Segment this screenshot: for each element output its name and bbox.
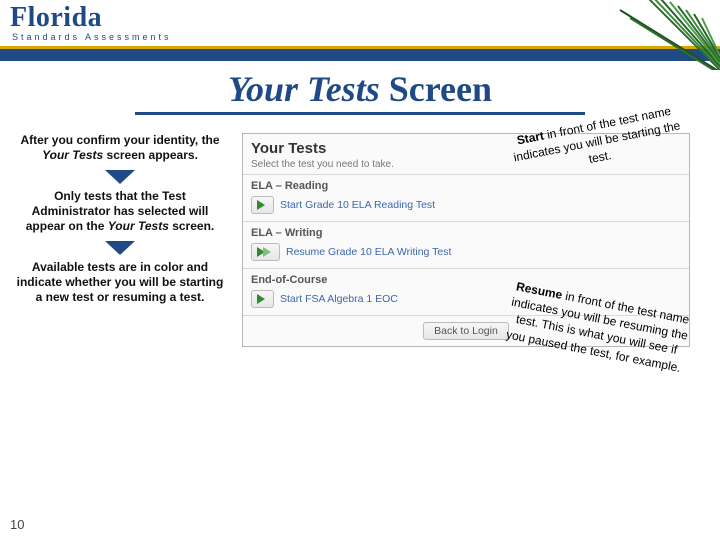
page-number: 10 <box>10 517 24 532</box>
start-button[interactable] <box>251 196 274 214</box>
down-arrow-icon <box>105 241 135 255</box>
test-link[interactable]: Start Grade 10 ELA Reading Test <box>280 199 435 211</box>
title-underline <box>135 112 585 115</box>
title-italic: Your Tests <box>228 69 380 109</box>
left-notes-column: After you confirm your identity, the You… <box>10 133 230 347</box>
screenshot-panel: Your Tests Select the test you need to t… <box>242 133 690 347</box>
note-1-pre: After you confirm your identity, the <box>20 133 219 147</box>
test-link[interactable]: Start FSA Algebra 1 EOC <box>280 293 398 305</box>
title-rest: Screen <box>380 69 492 109</box>
note-2-post: screen. <box>169 219 214 233</box>
section-header: ELA – Reading <box>251 180 681 192</box>
back-to-login-button[interactable]: Back to Login <box>423 322 509 340</box>
note-1-post: screen appears. <box>103 148 198 162</box>
brand-line1: Florida <box>10 2 172 34</box>
play-icon <box>257 200 265 210</box>
down-arrow-icon <box>105 170 135 184</box>
resume-button[interactable] <box>251 243 280 261</box>
note-1-ital: Your Tests <box>42 148 103 162</box>
start-button[interactable] <box>251 290 274 308</box>
section-ela-reading: ELA – Reading Start Grade 10 ELA Reading… <box>243 174 689 221</box>
resume-icon <box>263 247 271 257</box>
note-2: Only tests that the Test Administrator h… <box>15 189 225 234</box>
slide-header: Florida Standards Assessments <box>0 0 720 58</box>
note-3: Available tests are in color and indicat… <box>15 260 225 305</box>
palm-leaves-decoration <box>520 0 720 70</box>
note-2-ital: Your Tests <box>108 219 169 233</box>
brand-line2: Standards Assessments <box>12 32 172 42</box>
note-3-pre: Available tests are in color and indicat… <box>17 260 224 304</box>
play-icon <box>257 294 265 304</box>
test-row: Resume Grade 10 ELA Writing Test <box>251 243 681 261</box>
florida-logo: Florida Standards Assessments <box>10 2 172 42</box>
slide-title: Your Tests Screen <box>0 68 720 115</box>
section-ela-writing: ELA – Writing Resume Grade 10 ELA Writin… <box>243 221 689 268</box>
section-header: End-of-Course <box>251 274 681 286</box>
section-header: ELA – Writing <box>251 227 681 239</box>
test-row: Start Grade 10 ELA Reading Test <box>251 196 681 214</box>
test-link[interactable]: Resume Grade 10 ELA Writing Test <box>286 246 451 258</box>
note-1: After you confirm your identity, the You… <box>15 133 225 163</box>
